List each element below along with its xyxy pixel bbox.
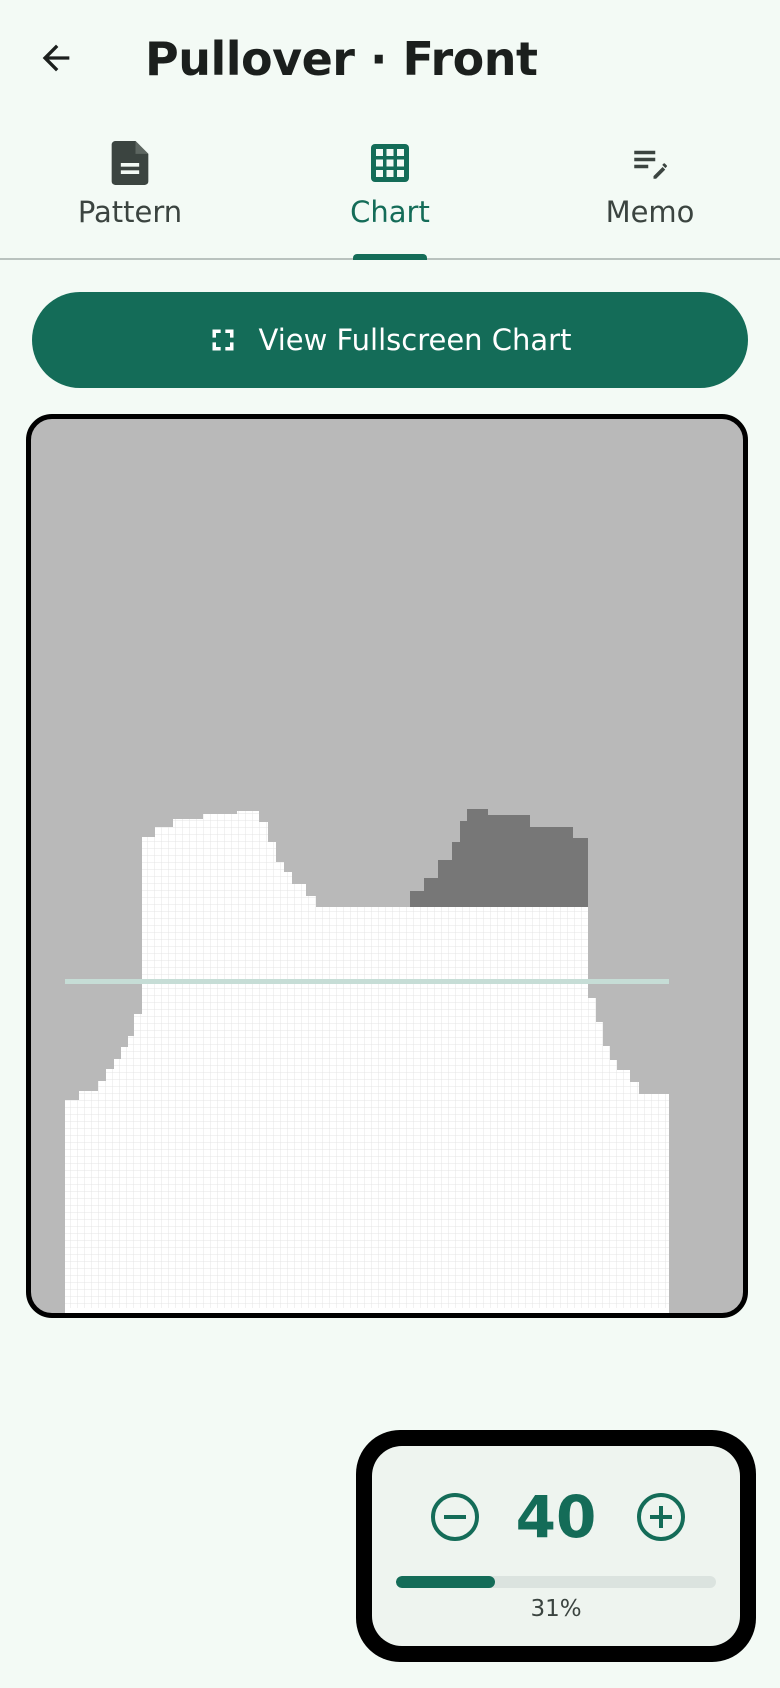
back-button[interactable] [28, 30, 84, 86]
fullscreen-icon [212, 329, 234, 351]
tab-chart-label: Chart [350, 195, 430, 229]
garment-shape [65, 811, 669, 1313]
tab-pattern-label: Pattern [77, 195, 183, 229]
document-icon [111, 141, 149, 185]
tab-bar: Pattern Chart Memo [0, 130, 780, 260]
current-row-highlight [65, 979, 669, 984]
fullscreen-button-label: View Fullscreen Chart [258, 323, 572, 357]
arrow-left-icon [42, 44, 70, 72]
progress-bar-fill [396, 1576, 496, 1588]
increment-button[interactable] [634, 1490, 688, 1544]
knitting-chart[interactable] [26, 414, 748, 1318]
plus-circle-icon [637, 1493, 685, 1541]
grid-icon [371, 144, 409, 182]
tab-pattern[interactable]: Pattern [0, 130, 260, 258]
progress-percent: 31% [530, 1596, 582, 1622]
edit-notes-icon [634, 150, 668, 179]
progress-bar [396, 1576, 716, 1588]
chart-canvas [65, 809, 669, 1313]
page-title: Pullover · Front [145, 32, 538, 86]
app-bar: Pullover · Front [0, 0, 780, 120]
tab-chart[interactable]: Chart [260, 130, 520, 260]
tab-memo-label: Memo [605, 195, 695, 229]
row-counter: 40 31% [372, 1446, 740, 1646]
active-tab-indicator [353, 254, 427, 260]
row-counter-panel: 40 31% [356, 1430, 756, 1662]
tab-memo[interactable]: Memo [520, 130, 780, 258]
view-fullscreen-chart-button[interactable]: View Fullscreen Chart [32, 292, 748, 388]
filled-stitch-area [410, 809, 588, 907]
